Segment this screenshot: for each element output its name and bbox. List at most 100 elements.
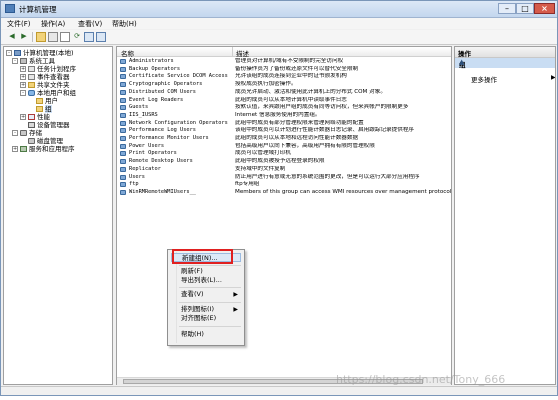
- tree-item-label: 事件查看器: [37, 73, 70, 81]
- show-hide-tree-icon[interactable]: [48, 32, 58, 42]
- column-divider[interactable]: [232, 47, 233, 56]
- tree-item-device-manager[interactable]: 设备管理器: [20, 121, 70, 129]
- tree-item-label: 计算机管理(本地): [23, 49, 74, 57]
- group-row[interactable]: WinRMRemoteWMIUsers__ Members of this gro…: [117, 189, 451, 196]
- tree-item-label: 服务和应用程序: [29, 145, 75, 153]
- menu-item-view[interactable]: 查看(V) ▶: [171, 290, 241, 299]
- group-row[interactable]: Power Users 包括高级用户以向下兼容，高级用户拥有有限的管理权限: [117, 142, 451, 150]
- export-list-icon[interactable]: [84, 32, 94, 42]
- group-row[interactable]: IIS_IUSRS Internet 信息服务使用的内置组。: [117, 111, 451, 119]
- group-name: Distributed COM Users: [129, 88, 196, 95]
- column-header-description[interactable]: 描述: [236, 48, 249, 58]
- group-name: Certificate Service DCOM Access: [129, 73, 228, 80]
- menu-help[interactable]: 帮助(H): [112, 19, 137, 29]
- more-actions-link[interactable]: 更多操作: [471, 74, 497, 84]
- menu-separator: [179, 265, 241, 266]
- group-icon: [120, 182, 126, 188]
- back-arrow-icon[interactable]: ◀: [7, 32, 17, 42]
- group-description: Internet 信息服务使用的内置组。: [235, 111, 321, 118]
- menu-item-line-up-icons[interactable]: 对齐图标(E): [171, 314, 241, 323]
- actions-section-groups[interactable]: 组 ▲: [455, 58, 555, 69]
- menu-action[interactable]: 操作(A): [41, 19, 65, 29]
- column-header-name[interactable]: 名称: [121, 48, 134, 58]
- tree-item-computer-management[interactable]: - 计算机管理(本地): [6, 49, 74, 57]
- menu-item-label: 查看(V): [181, 290, 204, 298]
- group-row[interactable]: Remote Desktop Users 此组中的成员被授予远程登录的权限: [117, 158, 451, 165]
- expand-icon[interactable]: +: [20, 74, 26, 80]
- tree-item-event-viewer[interactable]: + 事件查看器: [20, 73, 70, 81]
- expand-icon[interactable]: +: [12, 146, 18, 152]
- collapse-icon[interactable]: -: [12, 130, 18, 136]
- group-name: Guests: [129, 104, 149, 111]
- menu-file[interactable]: 文件(F): [7, 19, 31, 29]
- tree-item-users[interactable]: 用户: [28, 97, 58, 105]
- maximize-button[interactable]: □: [516, 3, 534, 14]
- group-name: Print Operators: [129, 150, 177, 157]
- up-folder-icon[interactable]: [36, 32, 46, 42]
- tree-item-shared-folders[interactable]: + 共享文件夹: [20, 81, 70, 89]
- expand-icon[interactable]: +: [20, 114, 26, 120]
- collapse-icon[interactable]: -: [20, 90, 26, 96]
- group-row[interactable]: ftp ftp专用组: [117, 181, 451, 188]
- menu-item-help[interactable]: 帮助(H): [171, 330, 241, 339]
- menu-item-export-list[interactable]: 导出列表(L)...: [171, 276, 241, 285]
- help-icon[interactable]: [96, 32, 106, 42]
- group-row[interactable]: Performance Monitor Users 此组的成员可以从本地和远程访问…: [117, 135, 451, 142]
- tree-item-services-applications[interactable]: + 服务和应用程序: [12, 145, 75, 153]
- menu-item-label: 导出列表(L)...: [181, 276, 222, 284]
- close-button[interactable]: ×: [534, 3, 555, 14]
- group-description: 包括高级用户以向下兼容，高级用户拥有有限的管理权限: [235, 142, 375, 149]
- menu-view[interactable]: 查看(V): [78, 19, 102, 29]
- status-bar: [1, 386, 557, 395]
- group-description: 此组中的成员被授予远程登录的权限: [235, 158, 325, 165]
- menu-item-label: 帮助(H): [181, 330, 204, 338]
- group-name: Event Log Readers: [129, 96, 184, 103]
- group-row[interactable]: Cryptographic Operators 授权成员执行加密操作。: [117, 81, 451, 88]
- group-icon: [120, 89, 126, 95]
- console-tree: - 计算机管理(本地) - 系统工具 + 任务计划程序 + 事件查看器 + 共享文件夹 -…: [3, 46, 113, 385]
- folder-icon: [36, 106, 43, 112]
- group-row[interactable]: Distributed COM Users 成员允许启动、激活和使用此计算机上的分…: [117, 88, 451, 96]
- list-header: 名称 描述: [117, 47, 451, 58]
- group-description: 授权成员执行加密操作。: [235, 81, 297, 88]
- expand-icon[interactable]: +: [20, 66, 26, 72]
- group-icon: [120, 112, 126, 118]
- group-row[interactable]: Administrators 管理员对计算机/域有不受限制的完全访问权: [117, 58, 451, 65]
- menu-item-refresh[interactable]: 刷新(F): [171, 267, 241, 276]
- group-row[interactable]: Backup Operators 备份操作员为了备份或还原文件可以替代安全限制: [117, 66, 451, 73]
- group-row[interactable]: Users 防止用户进行有意或无意的系统范围的更改，但是可以运行大部分应用程序: [117, 174, 451, 181]
- group-row[interactable]: Event Log Readers 此组的成员可以从本地计算机中读取事件日志: [117, 96, 451, 104]
- tree-item-performance[interactable]: + 性能: [20, 113, 50, 121]
- group-name: Cryptographic Operators: [129, 81, 203, 88]
- collapse-icon[interactable]: -: [6, 50, 12, 56]
- expand-icon[interactable]: +: [20, 82, 26, 88]
- collapse-icon[interactable]: -: [12, 58, 18, 64]
- tree-item-system-tools[interactable]: - 系统工具: [12, 57, 55, 65]
- storage-icon: [20, 130, 27, 136]
- group-name: Replicator: [129, 165, 161, 172]
- group-row[interactable]: Performance Log Users 该组中的成员可以计划进行性能计数器日志…: [117, 127, 451, 134]
- tools-icon: [20, 58, 27, 64]
- tree-item-local-users-groups[interactable]: - 本地用户和组: [20, 89, 76, 97]
- group-name: IIS_IUSRS: [129, 111, 158, 118]
- menu-item-arrange-icons[interactable]: 排列图标(I) ▶: [171, 305, 241, 314]
- group-row[interactable]: Print Operators 成员可以管理域打印机: [117, 150, 451, 157]
- group-description: 该组中的成员可以计划进行性能计数器日志记录、启用跟踪记录提供程序: [235, 127, 415, 134]
- refresh-icon[interactable]: ⟳: [72, 32, 82, 42]
- collapse-up-icon[interactable]: ▲: [459, 58, 554, 66]
- group-row[interactable]: Network Configuration Operators 此组中的成员有部分…: [117, 120, 451, 127]
- tree-item-groups[interactable]: 组: [28, 105, 52, 113]
- tree-item-disk-management[interactable]: 磁盘管理: [20, 137, 63, 145]
- properties-icon[interactable]: [60, 32, 70, 42]
- group-row[interactable]: Guests 按默认值，来宾跟用户组的成员有同等访问权，但来宾帐户的限制更多: [117, 104, 451, 111]
- group-row[interactable]: Replicator 支持域中的文件复制: [117, 165, 451, 173]
- forward-arrow-icon[interactable]: ▶: [19, 32, 29, 42]
- tree-item-task-scheduler[interactable]: + 任务计划程序: [20, 65, 76, 73]
- tree-item-storage[interactable]: - 存储: [12, 129, 42, 137]
- minimize-button[interactable]: –: [498, 3, 516, 14]
- actions-header: 操作: [455, 47, 555, 58]
- group-icon: [120, 166, 126, 172]
- users-icon: [28, 90, 35, 96]
- group-row[interactable]: Certificate Service DCOM Access 允许该组的成员连接…: [117, 73, 451, 80]
